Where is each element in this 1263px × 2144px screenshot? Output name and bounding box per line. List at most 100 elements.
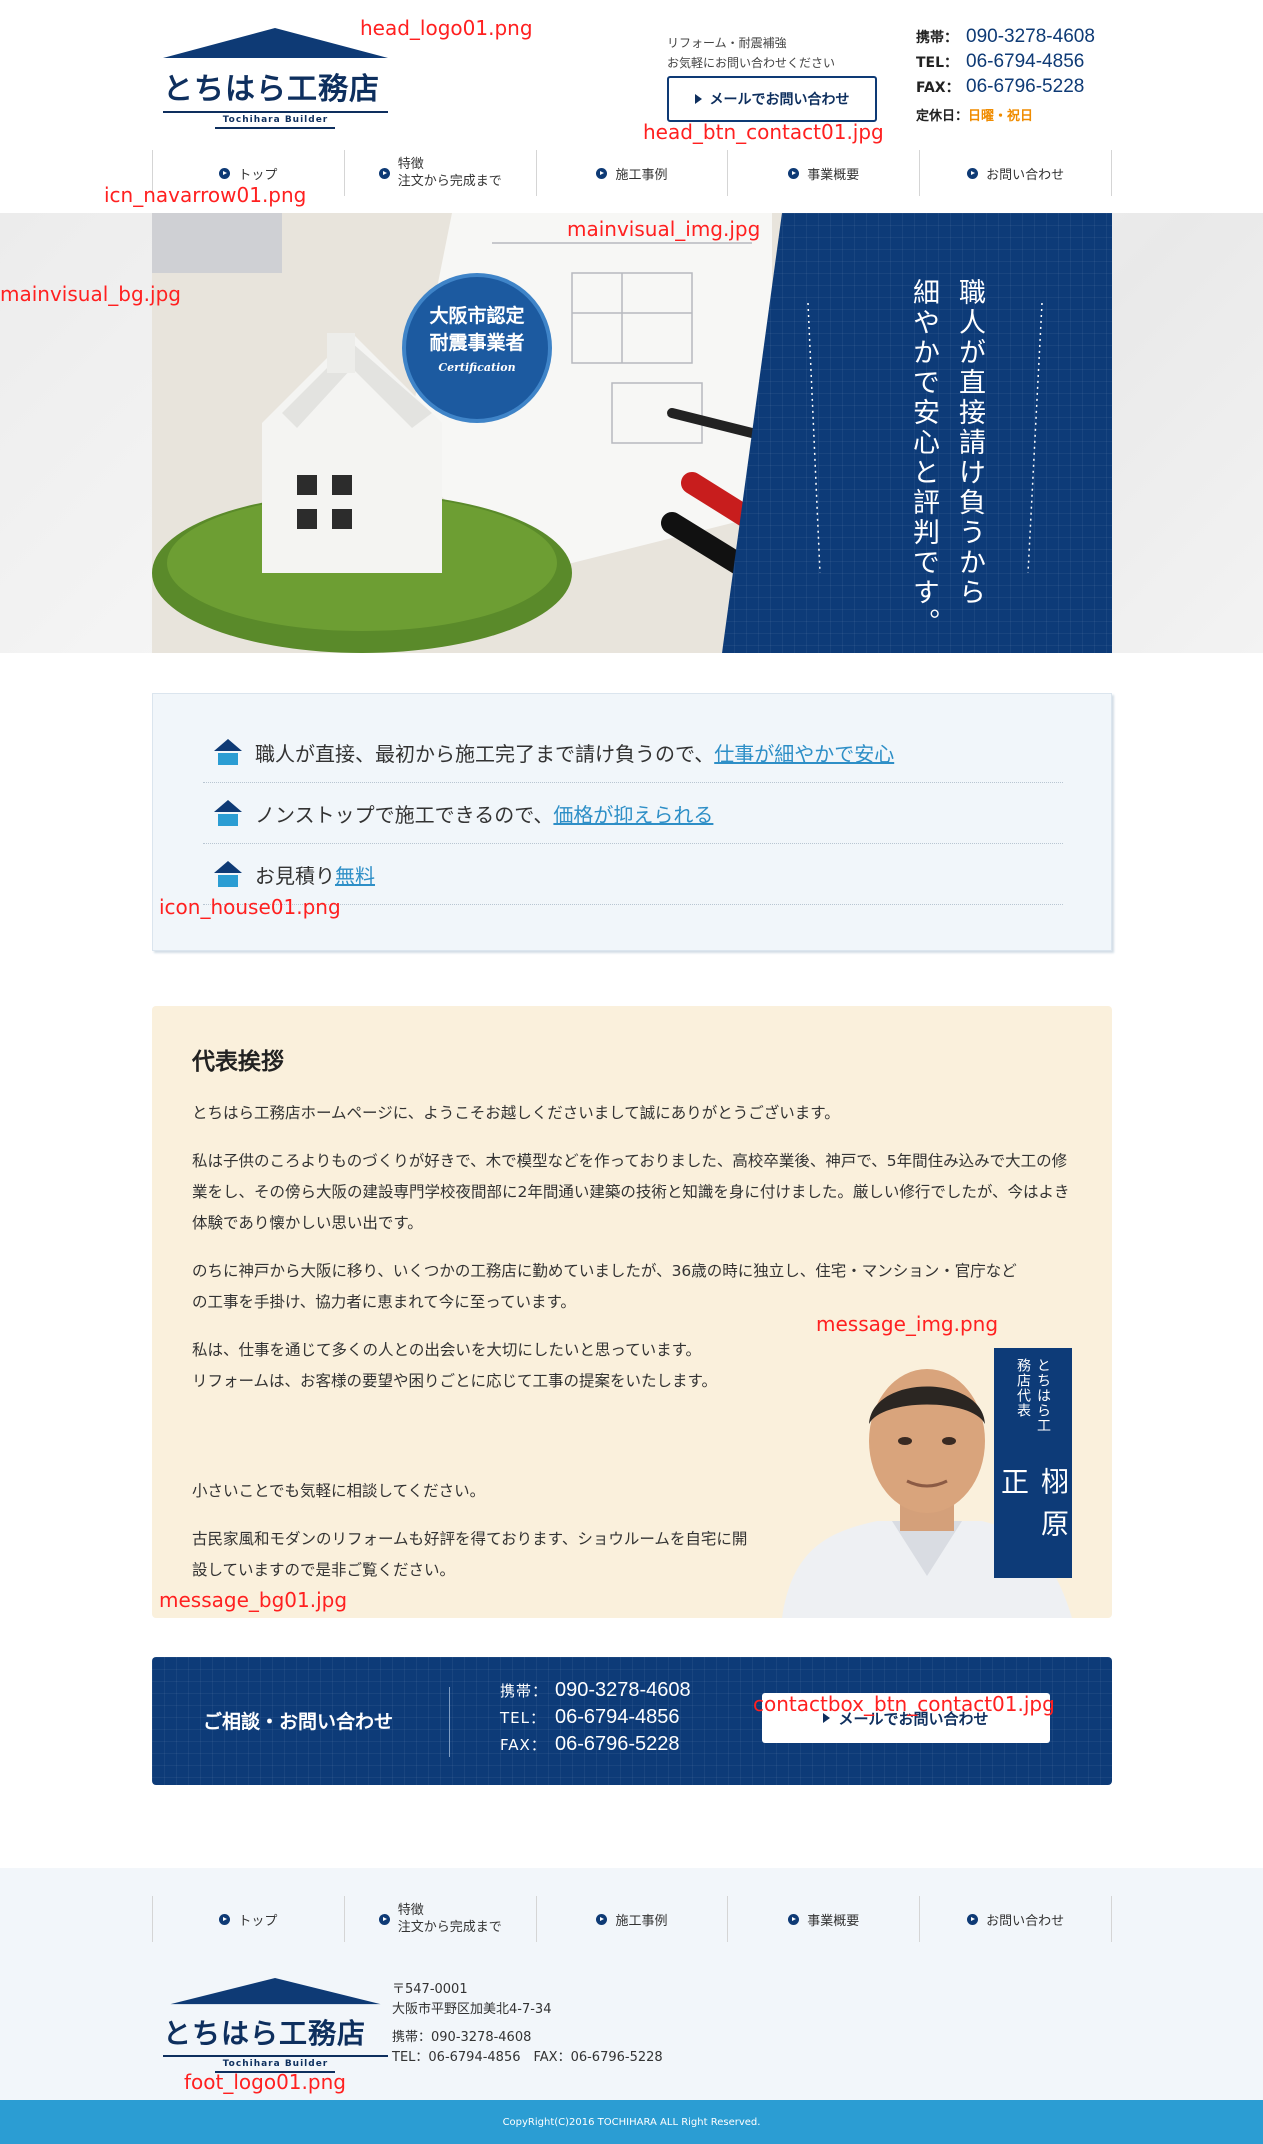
logo-text: とちはら工務店 bbox=[163, 72, 380, 107]
mainvisual-catchcopy: 職人が直接請け負うから 細やかで安心と評判です。 bbox=[900, 278, 992, 638]
header-contact-numbers: 携帯： 090-3278-4608 TEL： 06-6794-4856 FAX：… bbox=[916, 26, 1095, 124]
tel-number[interactable]: 090-3278-4608 bbox=[555, 1679, 691, 1702]
mainvisual: 大阪市認定 耐震事業者 Certification 職人が直接請け負うから 細やかで… bbox=[152, 213, 1112, 653]
nav-item-label: 特徴 注文から完成まで bbox=[398, 1902, 502, 1936]
annotation-label: contactbox_btn_contact01.jpg bbox=[753, 1692, 1055, 1716]
house-icon bbox=[214, 861, 242, 887]
nav-arrow-icon bbox=[219, 1913, 231, 1925]
feature-link[interactable]: 無料 bbox=[335, 860, 375, 889]
logo-rule bbox=[163, 111, 388, 113]
message-title: 代表挨拶 bbox=[192, 1049, 284, 1075]
nav-arrow-icon bbox=[219, 167, 231, 179]
tel-row-mobile: 携帯： 090-3278-4608 bbox=[500, 1679, 691, 1706]
nav-item-label: トップ bbox=[238, 1913, 278, 1929]
representative-title: とちはら工務店代表 bbox=[1015, 1358, 1051, 1433]
tel-number: 06-6796-5228 bbox=[966, 76, 1085, 97]
tel-number[interactable]: 090-3278-4608 bbox=[966, 26, 1095, 48]
contact-divider bbox=[449, 1687, 450, 1757]
feature-text: ノンストップで施工できるので、 bbox=[255, 802, 554, 827]
message-paragraph: 私は子供のころよりものづくりが好きで、木で模型などを作っておりました、高校卒業後… bbox=[192, 1152, 1070, 1232]
tel-label: TEL： bbox=[500, 1709, 546, 1727]
nav-item-contact[interactable]: お問い合わせ bbox=[919, 1896, 1112, 1942]
representative-name: 栩原 正 bbox=[997, 1467, 1070, 1594]
nav-item-works[interactable]: 施工事例 bbox=[535, 150, 728, 196]
tel-row-mobile: 携帯： 090-3278-4608 bbox=[916, 26, 1095, 51]
nav-item-line1: 特徴 bbox=[397, 157, 424, 172]
holiday-value: 日曜・祝日 bbox=[968, 109, 1034, 124]
message-line: リフォームは、お客様の要望や困りごとに応じて工事の提案をいたします。 bbox=[192, 1372, 717, 1390]
copyright-bar: CopyRight(C)2016 TOCHIHARA ALL Right Res… bbox=[0, 2100, 1263, 2144]
message-paragraph: 小さいことでも気軽に相談してください。 bbox=[192, 1482, 486, 1500]
tel-label: 携帯： bbox=[500, 1682, 549, 1700]
annotation-label: message_img.png bbox=[816, 1312, 999, 1336]
roof-icon bbox=[170, 1978, 381, 2005]
tel-label: 携帯： bbox=[916, 30, 958, 46]
feature-link[interactable]: 仕事が細やかで安心 bbox=[714, 738, 894, 767]
logo-rule bbox=[215, 127, 335, 129]
message-paragraph: 私は、仕事を通じて多くの人との出会いを大切にしたいと思っています。 リフォームは、… bbox=[192, 1335, 762, 1397]
nav-item-works[interactable]: 施工事例 bbox=[535, 1896, 728, 1942]
nav-item-business[interactable]: 事業概要 bbox=[727, 1896, 919, 1942]
footer-nav: トップ 特徴 注文から完成まで 施工事例 事業概要 お問い合わせ bbox=[152, 1896, 1112, 1942]
annotation-label: mainvisual_bg.jpg bbox=[0, 282, 181, 306]
nav-item-business[interactable]: 事業概要 bbox=[727, 150, 919, 196]
nav-item-label: 施工事例 bbox=[615, 1913, 668, 1929]
header-logo[interactable]: とちはら工務店 Tochihara Builder bbox=[163, 28, 388, 129]
certification-badge: 大阪市認定 耐震事業者 Certification bbox=[402, 273, 552, 423]
header-note-line2: お気軽にお問い合わせください bbox=[667, 56, 836, 70]
tel-number[interactable]: 06-6794-4856 bbox=[966, 51, 1084, 73]
nav-arrow-icon bbox=[967, 1913, 979, 1925]
nav-arrow-icon bbox=[788, 1913, 800, 1925]
tel-row-fax: FAX： 06-6796-5228 bbox=[916, 76, 1095, 101]
nav-item-features[interactable]: 特徴 注文から完成まで bbox=[343, 1896, 536, 1942]
logo-subtitle: Tochihara Builder bbox=[222, 115, 329, 125]
footer-street: 大阪市平野区加美北4-7-34 bbox=[392, 2002, 552, 2017]
nav-item-label: 施工事例 bbox=[615, 167, 668, 183]
nav-arrow-icon bbox=[967, 167, 979, 179]
badge-title: 大阪市認定耐震事業者 bbox=[406, 303, 548, 357]
message-paragraph: のちに神戸から大阪に移り、いくつかの工務店に勤めていましたが、36歳の時に独立し… bbox=[192, 1262, 1017, 1311]
footer-mobile: 携帯：090-3278-4608 bbox=[392, 2030, 532, 2045]
header-mail-button[interactable]: メールでお問い合わせ bbox=[667, 76, 877, 122]
nav-item-line2: 注文から完成まで bbox=[397, 174, 502, 189]
contact-numbers: 携帯： 090-3278-4608 TEL： 06-6794-4856 FAX：… bbox=[500, 1679, 691, 1760]
site-header: とちはら工務店 Tochihara Builder リフォーム・耐震補強 お気軽… bbox=[0, 0, 1263, 150]
contact-title: ご相談・お問い合わせ bbox=[203, 1711, 394, 1733]
nav-item-features[interactable]: 特徴注文から完成まで bbox=[343, 150, 536, 196]
feature-item: ノンストップで施工できるので、 価格が抑えられる bbox=[203, 783, 1063, 844]
nav-arrow-icon bbox=[788, 167, 800, 179]
tel-label: TEL： bbox=[916, 55, 959, 71]
nav-item-top[interactable]: トップ bbox=[152, 1896, 344, 1942]
annotation-label: icn_navarrow01.png bbox=[104, 183, 307, 207]
copyright-text: CopyRight(C)2016 TOCHIHARA ALL Right Res… bbox=[502, 2116, 761, 2128]
tel-row-tel: TEL： 06-6794-4856 bbox=[916, 51, 1095, 76]
catchcopy-line1: 職人が直接請け負うから bbox=[954, 278, 985, 608]
nav-item-label: トップ bbox=[238, 167, 278, 183]
holiday-label: 定休日： bbox=[916, 109, 969, 124]
annotation-label: icon_house01.png bbox=[159, 895, 341, 919]
nav-arrow-icon bbox=[378, 1913, 390, 1925]
logo-rule bbox=[163, 2055, 388, 2057]
nav-arrow-icon bbox=[596, 167, 608, 179]
feature-link[interactable]: 価格が抑えられる bbox=[553, 799, 713, 828]
logo-text: とちはら工務店 bbox=[163, 2017, 367, 2050]
nav-arrow-icon bbox=[378, 167, 390, 179]
representative-nameplate: とちはら工務店代表 栩原 正 bbox=[994, 1348, 1072, 1594]
play-arrow-icon bbox=[694, 94, 702, 104]
annotation-label: message_bg01.jpg bbox=[159, 1588, 348, 1612]
nav-arrow-icon bbox=[596, 1913, 608, 1925]
feature-text: 職人が直接、最初から施工完了まで請け負うので、 bbox=[255, 741, 715, 766]
contact-box: ご相談・お問い合わせ 携帯： 090-3278-4608 TEL： 06-679… bbox=[152, 1657, 1112, 1785]
nav-item-line1: 特徴 bbox=[397, 1903, 424, 1918]
badge-line1: 大阪市認定 bbox=[429, 305, 525, 327]
footer-logo[interactable]: とちはら工務店 Tochihara Builder bbox=[163, 1978, 388, 2073]
badge-line2: 耐震事業者 bbox=[429, 332, 525, 354]
message-paragraph: 古民家風和モダンのリフォームも好評を得ております、ショウルームを自宅に開設してい… bbox=[192, 1530, 748, 1579]
nav-item-contact[interactable]: お問い合わせ bbox=[919, 150, 1112, 196]
house-icon bbox=[214, 739, 242, 765]
header-mail-button-label: メールでお問い合わせ bbox=[709, 92, 850, 108]
tel-number[interactable]: 06-6794-4856 bbox=[555, 1706, 680, 1729]
annotation-label: foot_logo01.png bbox=[184, 2070, 346, 2094]
holiday-info: 定休日：日曜・祝日 bbox=[916, 105, 1095, 124]
nav-item-label: お問い合わせ bbox=[986, 1913, 1065, 1929]
